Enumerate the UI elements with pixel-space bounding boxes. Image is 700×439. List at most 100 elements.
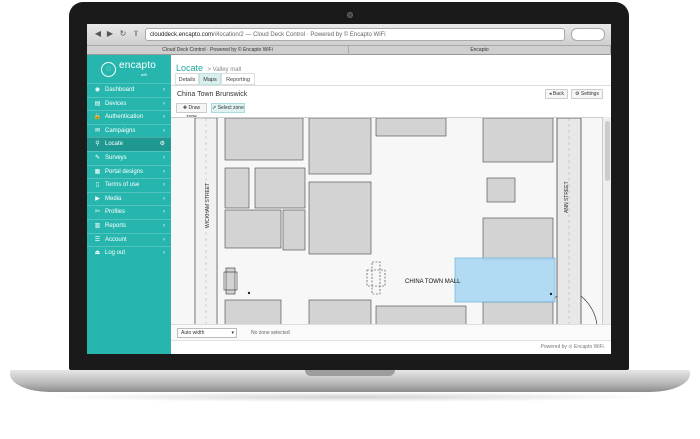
laptop-frame: ◀ ▶ ↻ ⇪ clouddeck.encapto.com/#location/… [0,0,700,439]
encapto-logo[interactable]: ◌ encapto wifi [101,59,157,81]
page-title[interactable]: Locate [176,63,203,73]
account-icon: ☰ [94,236,101,243]
wrench-icon: ✄ [94,209,101,216]
scrollbar-thumb[interactable] [605,121,610,181]
chevron-right-icon: › [163,250,165,257]
browser-tab-active[interactable]: Cloud Deck Control · Powered by © Encapt… [87,46,349,55]
sidebar-item-label: Profiles [105,209,126,216]
sidebar-item-label: Devices [105,100,127,107]
sidebar-item-label: Log out [105,250,126,257]
devices-icon: ▤ [94,100,101,107]
back-button[interactable]: ◂ Back [545,89,568,99]
browser-tab[interactable]: Encapto [349,46,611,55]
chevron-right-icon: › [163,182,165,189]
map-pin-icon: ⚲ [95,141,100,148]
back-arrow-icon[interactable]: ◀ [93,29,103,39]
settings-button[interactable]: ⚙ Settings [571,89,603,99]
logo-subtext: wifi [141,72,147,77]
sidebar-item-label: Media [105,195,122,202]
laptop-notch [305,370,395,376]
url-host: clouddeck.encapto.com [150,32,214,38]
draw-zone-button[interactable]: ✚ Draw zone [176,103,207,120]
logout-icon: ⏏ [94,250,101,257]
chevron-right-icon: › [163,195,165,202]
sidebar-item-label: Account [105,236,127,243]
sidebar-item-authentication[interactable]: 🔒 Authentication › [87,110,171,124]
breadcrumb: Locate > Valley mall [176,58,241,73]
location-name: China Town Brunswick [177,91,248,98]
megaphone-icon: ✉ [94,127,101,134]
divider [171,85,611,86]
design-icon: ▦ [94,168,101,175]
logo-text: encapto [119,60,156,71]
chevron-right-icon: › [163,236,165,243]
tab-details[interactable]: Details [175,73,199,85]
map-scrollbar[interactable] [602,117,611,324]
lock-icon: 🔒 [93,114,102,121]
street-label-left: WICKHAM STREET [205,183,211,228]
reports-icon: ▥ [94,222,101,229]
zone-status: No zone selected [251,330,290,336]
browser-tabbar: Cloud Deck Control · Powered by © Encapt… [87,46,611,55]
width-select[interactable]: Auto width ▾ [177,328,237,338]
survey-icon: ✎ [94,154,101,161]
sidebar-item-label: Authentication [105,114,144,121]
sidebar-item-label: Terms of use [105,182,140,189]
sidebar-item-label: Dashboard [105,87,135,93]
chevron-right-icon: › [163,100,165,107]
sidebar-item-terms-of-use[interactable]: ▯ Terms of use › [87,178,171,192]
floor-map[interactable]: WICKHAM STREET ANN STREET CHINA TOWN MAL… [171,117,602,324]
share-icon[interactable]: ⇪ [131,29,141,39]
tab-maps[interactable]: Maps [199,73,221,85]
sidebar-item-campaigns[interactable]: ✉ Campaigns › [87,123,171,138]
sidebar-item-portal-designs[interactable]: ▦ Portal designs › [87,164,171,179]
sidebar-item-devices[interactable]: ▤ Devices › [87,96,171,111]
reload-icon[interactable]: ↻ [118,29,128,39]
street-label-right: ANN STREET [564,181,570,213]
chevron-down-icon: ▾ [231,330,234,336]
sidebar-item-dashboard[interactable]: ◉ Dashboard › [87,83,171,97]
browser-search-input[interactable] [571,28,605,41]
sidebar: ◌ encapto wifi ◉ Dashboard › ▤ Devices › 🔒 Auth… [87,55,171,354]
chevron-right-icon: › [163,87,165,93]
forward-arrow-icon[interactable]: ▶ [105,29,115,39]
sidebar-item-log-out[interactable]: ⏏ Log out › [87,246,171,260]
sidebar-item-account[interactable]: ☰ Account › [87,232,171,247]
footer: Powered by ⊙ Encapto WiFi. [171,340,611,354]
select-zone-button[interactable]: ➚ Select zone [211,103,245,113]
powered-by: Powered by ⊙ Encapto WiFi. [540,344,606,350]
sidebar-item-label: Portal designs [105,168,144,175]
dashboard-icon: ◉ [94,87,101,93]
chevron-right-icon: › [163,168,165,175]
sidebar-item-profiles[interactable]: ✄ Profiles › [87,205,171,219]
media-icon: ▶ [95,195,100,202]
chevron-right-icon: › [163,222,165,229]
chevron-right-icon: › [163,209,165,216]
width-select-value: Auto width [181,330,205,336]
sidebar-item-surveys[interactable]: ✎ Surveys › [87,150,171,165]
sidebar-menu: ◉ Dashboard › ▤ Devices › 🔒 Authentication › ✉ Cam… [87,83,171,260]
sidebar-item-label: Surveys [105,154,127,161]
chevron-right-icon: › [163,114,165,121]
gear-icon: ⚙ [159,141,165,148]
laptop-shadow [40,392,660,402]
wifi-logo-icon: ◌ [101,62,116,77]
url-path: /#location/2 — Cloud Deck Control · Powe… [213,32,386,38]
chevron-right-icon: › [163,154,165,161]
sidebar-item-media[interactable]: ▶ Media › [87,191,171,206]
address-bar[interactable]: clouddeck.encapto.com/#location/2 — Clou… [145,28,565,41]
document-icon: ▯ [95,182,100,189]
landmark-label: CHINA TOWN MALL [405,279,461,285]
selected-zone [454,257,556,303]
sidebar-item-label: Campaigns [105,127,136,134]
browser-toolbar: ◀ ▶ ↻ ⇪ clouddeck.encapto.com/#location/… [87,24,611,46]
map-bottom-bar: Auto width ▾ No zone selected [171,324,611,340]
sidebar-item-reports[interactable]: ▥ Reports › [87,218,171,233]
tab-reporting[interactable]: Reporting [221,73,255,85]
sidebar-item-locate[interactable]: ⚲ Locate ⚙ [87,137,171,151]
sidebar-item-label: Locate [105,141,124,148]
chevron-right-icon: › [163,127,165,134]
main-content: Locate > Valley mall Details Maps Report… [171,55,611,354]
screen: ◀ ▶ ↻ ⇪ clouddeck.encapto.com/#location/… [87,24,611,354]
sidebar-item-label: Reports [105,222,127,229]
